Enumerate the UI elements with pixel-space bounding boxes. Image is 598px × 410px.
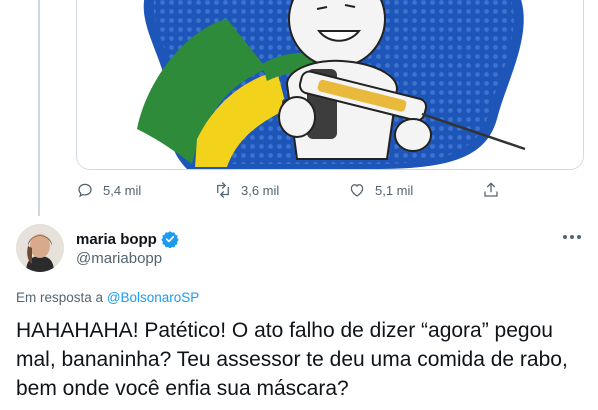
- reply-context: Em resposta a @BolsonaroSP: [16, 290, 199, 305]
- reply-button[interactable]: 5,4 mil: [76, 178, 141, 202]
- tweet-text: HAHAHAHA! Patético! O ato falho de dizer…: [16, 319, 568, 400]
- share-icon: [484, 182, 498, 197]
- like-button[interactable]: 5,1 mil: [348, 178, 413, 202]
- author-name[interactable]: maria bopp: [76, 231, 157, 248]
- like-count: 5,1 mil: [375, 182, 414, 198]
- thread-connector-line: [38, 0, 40, 216]
- more-options-icon[interactable]: [559, 227, 585, 247]
- retweet-button[interactable]: 3,6 mil: [214, 178, 279, 202]
- verified-badge-icon: [161, 231, 179, 248]
- reply-to-link[interactable]: @BolsonaroSP: [107, 290, 200, 305]
- heart-icon: [350, 184, 364, 197]
- tweet-media-image[interactable]: [76, 0, 584, 170]
- avatar-photo-icon: [16, 224, 64, 272]
- tweet-action-bar: 5,4 mil 3,6 mil 5,1 mil: [76, 178, 506, 202]
- retweet-count: 3,6 mil: [241, 182, 280, 198]
- author-handle[interactable]: @mariabopp: [76, 250, 162, 267]
- retweet-icon: [217, 182, 229, 198]
- reply-icon: [78, 183, 92, 198]
- share-button[interactable]: [482, 178, 500, 202]
- reply-count: 5,4 mil: [103, 182, 142, 198]
- reply-prefix: Em resposta a: [16, 290, 104, 305]
- vaccine-character-illustration-icon: [77, 0, 583, 169]
- author-avatar[interactable]: [16, 224, 64, 272]
